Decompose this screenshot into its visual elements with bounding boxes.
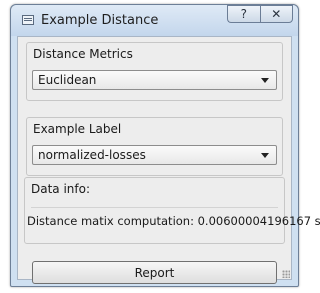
- distance-metric-value: Euclidean: [38, 73, 97, 87]
- example-label-title: Example Label: [33, 122, 122, 136]
- help-button[interactable]: ?: [227, 5, 260, 23]
- distance-metrics-title: Distance Metrics: [33, 47, 133, 61]
- close-icon: ✕: [271, 7, 282, 21]
- example-label-value: normalized-losses: [38, 148, 146, 162]
- chevron-down-icon: [261, 78, 269, 83]
- separator: [31, 207, 278, 208]
- caption-buttons: ? ✕: [227, 5, 293, 24]
- report-button[interactable]: Report: [32, 261, 277, 284]
- close-button[interactable]: ✕: [259, 5, 293, 23]
- title-bar[interactable]: Example Distance ? ✕: [11, 5, 298, 36]
- example-label-select[interactable]: normalized-losses: [32, 145, 277, 165]
- window-title: Example Distance: [41, 13, 159, 28]
- chevron-down-icon: [261, 153, 269, 158]
- distance-metrics-group: Distance Metrics Euclidean: [26, 42, 283, 101]
- data-info-title: Data info:: [31, 182, 91, 196]
- dialog-body: Distance Metrics Euclidean Example Label…: [17, 36, 320, 284]
- dialog-window: Example Distance ? ✕ Distance Metrics Eu…: [10, 4, 320, 287]
- help-icon: ?: [240, 7, 247, 21]
- data-info-group: Data info: Distance matix computation: 0…: [24, 177, 320, 244]
- resize-grip[interactable]: [282, 270, 290, 278]
- report-button-label: Report: [134, 265, 175, 280]
- example-label-group: Example Label normalized-losses: [26, 117, 283, 176]
- app-icon: [22, 15, 34, 25]
- distance-metric-select[interactable]: Euclidean: [32, 70, 277, 90]
- data-info-text: Distance matix computation: 0.0060000419…: [27, 214, 320, 228]
